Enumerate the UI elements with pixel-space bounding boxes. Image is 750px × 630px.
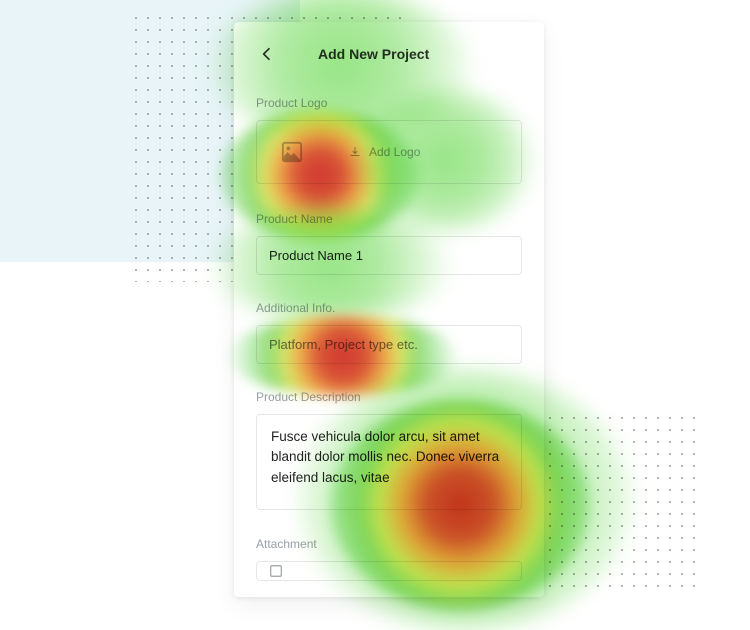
label-product-logo: Product Logo xyxy=(256,96,522,110)
label-attachment: Attachment xyxy=(256,537,522,551)
add-logo-label: Add Logo xyxy=(369,145,420,159)
download-icon xyxy=(349,146,361,158)
image-placeholder-icon xyxy=(281,141,303,163)
attachment-box[interactable] xyxy=(256,561,522,581)
label-product-name: Product Name xyxy=(256,212,522,226)
attachment-icon xyxy=(269,564,283,578)
add-project-card: Add New Project Product Logo Add Logo Pr… xyxy=(234,22,544,597)
back-button[interactable] xyxy=(256,40,278,68)
additional-info-input[interactable] xyxy=(256,325,522,364)
label-additional-info: Additional Info. xyxy=(256,301,522,315)
product-name-input[interactable] xyxy=(256,236,522,275)
page-title: Add New Project xyxy=(318,46,429,62)
product-description-textarea[interactable] xyxy=(256,414,522,510)
card-header: Add New Project xyxy=(256,40,522,68)
add-logo-button[interactable]: Add Logo xyxy=(349,145,420,159)
product-logo-box[interactable]: Add Logo xyxy=(256,120,522,184)
chevron-left-icon xyxy=(259,46,275,62)
label-product-description: Product Description xyxy=(256,390,522,404)
